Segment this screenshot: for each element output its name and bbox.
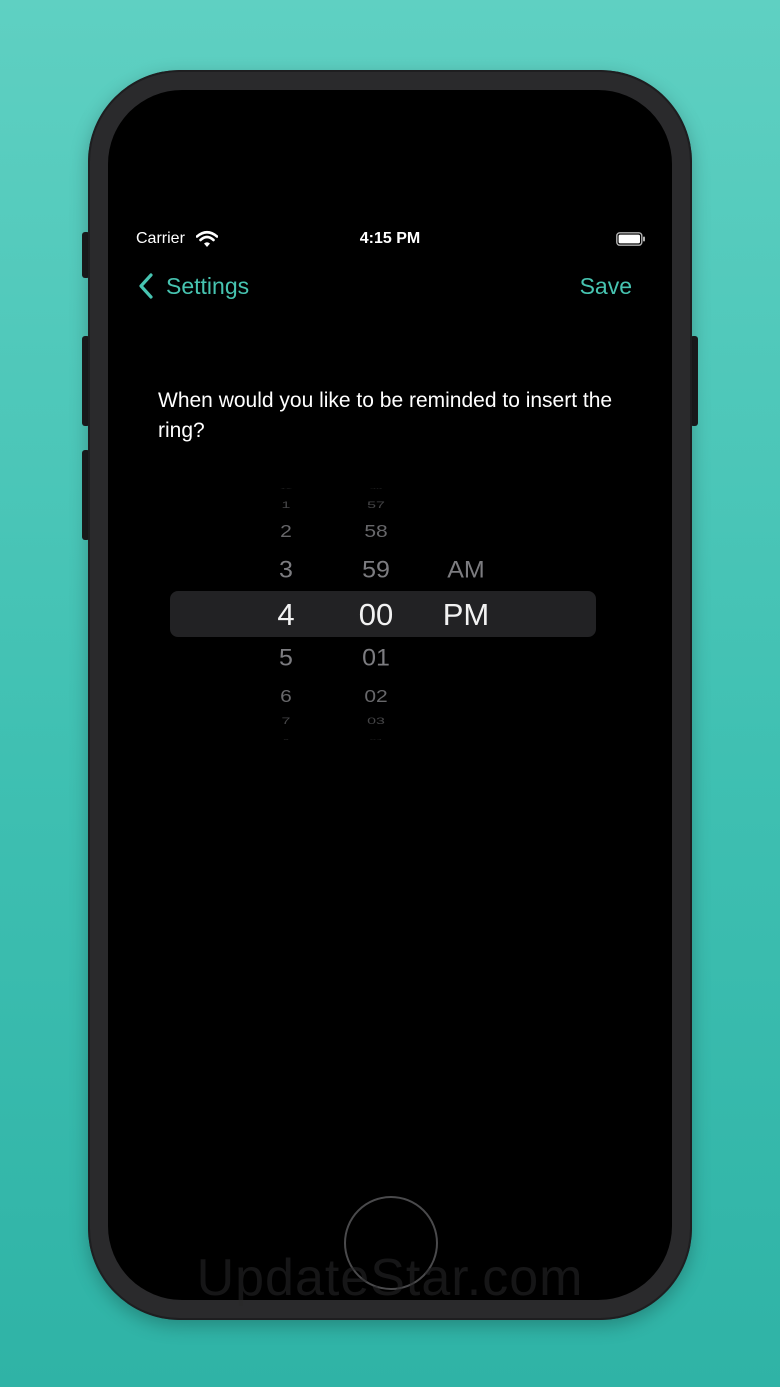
hour-option[interactable]: 7 bbox=[248, 717, 324, 727]
navigation-bar: Settings Save bbox=[108, 268, 672, 304]
minute-option[interactable]: 00 bbox=[336, 599, 416, 630]
hour-option[interactable]: 2 bbox=[248, 522, 324, 539]
minute-option[interactable]: 56 bbox=[336, 488, 416, 489]
status-time: 4:15 PM bbox=[359, 230, 421, 247]
save-button[interactable]: Save bbox=[580, 268, 632, 304]
minute-option[interactable]: 01 bbox=[336, 646, 416, 670]
back-button[interactable]: Settings bbox=[136, 268, 249, 304]
reminder-question: When would you like to be reminded to in… bbox=[158, 389, 613, 442]
hour-option[interactable]: 1 bbox=[248, 501, 324, 511]
period-option[interactable]: PM bbox=[426, 599, 506, 630]
hour-option[interactable]: 5 bbox=[248, 646, 324, 670]
minute-wheel[interactable]: 56 57 58 59 00 01 02 03 04 bbox=[336, 488, 416, 740]
minute-option[interactable]: 04 bbox=[336, 739, 416, 741]
minute-option[interactable]: 57 bbox=[336, 501, 416, 511]
hour-option[interactable]: 3 bbox=[248, 558, 324, 582]
phone-screen: Carrier 4:15 PM Settings Save When would… bbox=[108, 90, 672, 1300]
time-picker[interactable]: 1212345678 565758590001020304 AMPM bbox=[170, 488, 596, 740]
hour-wheel[interactable]: 1212345678 bbox=[248, 488, 324, 740]
period-wheel[interactable]: AM PM bbox=[426, 488, 506, 740]
period-option[interactable]: AM bbox=[426, 558, 506, 582]
hour-option[interactable]: 12 bbox=[248, 488, 324, 489]
status-bar: Carrier 4:15 PM bbox=[108, 228, 672, 254]
minute-option[interactable]: 03 bbox=[336, 717, 416, 727]
minute-option[interactable]: 59 bbox=[336, 558, 416, 582]
hour-option[interactable]: 4 bbox=[248, 599, 324, 630]
hour-option[interactable]: 6 bbox=[248, 687, 324, 704]
battery-full-icon bbox=[616, 232, 645, 246]
back-button-label: Settings bbox=[166, 272, 250, 299]
minute-option[interactable]: 02 bbox=[336, 687, 416, 704]
hour-option[interactable]: 8 bbox=[248, 739, 324, 741]
chevron-left-icon bbox=[139, 273, 153, 299]
minute-option[interactable]: 58 bbox=[336, 522, 416, 539]
watermark-logo: UpdateStar.com bbox=[196, 1249, 584, 1307]
